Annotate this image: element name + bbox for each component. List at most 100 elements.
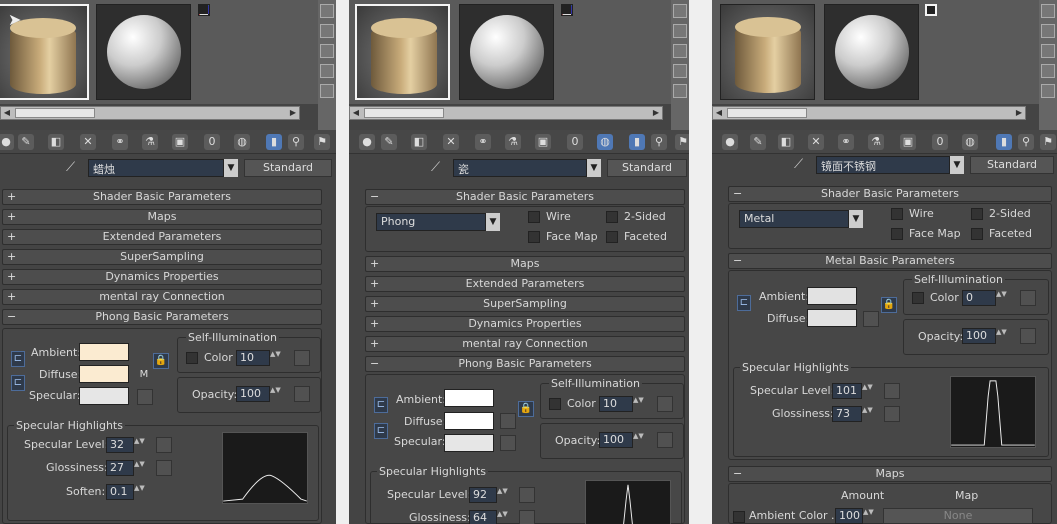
rollout-mental-ray[interactable]: + mental ray Connection [2,289,322,305]
diffuse-map-button[interactable] [863,311,879,327]
lock-icon[interactable]: 🔒 [153,353,169,369]
sample-slot-sphere[interactable] [96,4,191,100]
show-end-result-icon[interactable]: ◍ [597,134,613,150]
color-checkbox[interactable] [186,352,198,364]
assign-to-selection-icon[interactable]: ◧ [778,134,794,150]
opacity-spinner[interactable]: 100 [599,432,633,448]
spinner-arrows-icon[interactable]: ▲▼ [497,510,508,524]
spec-level-spinner[interactable]: 32 [106,437,134,453]
color-checkbox[interactable] [912,292,924,304]
sample-scrollbar[interactable]: ◀ ▶ [349,106,663,120]
show-map-icon[interactable]: 0 [932,134,948,150]
rollout-dynamics[interactable]: + Dynamics Properties [365,316,685,332]
sample-type-icon[interactable] [673,4,687,18]
glossiness-map-button[interactable] [519,510,535,524]
material-effects-icon[interactable]: ▣ [172,134,188,150]
sample-type-icon[interactable] [320,4,334,18]
go-forward-sibling-icon[interactable]: ⚲ [651,134,667,150]
self-illum-spinner[interactable]: 10 [236,350,270,366]
spec-level-map-button[interactable] [884,383,900,399]
eyedropper-icon[interactable]: ⟋ [431,160,447,176]
rollout-metal-basic[interactable]: − Metal Basic Parameters [728,253,1052,269]
self-illum-spinner[interactable]: 10 [599,396,633,412]
put-to-library-icon[interactable]: ⚗ [868,134,884,150]
rollout-maps[interactable]: + Maps [2,209,322,225]
scroll-thumb[interactable] [364,108,444,118]
chevron-down-icon[interactable]: ▼ [950,156,964,174]
pick-material-icon[interactable]: ⚑ [1040,134,1056,150]
lock-icon[interactable]: 🔒 [518,401,534,417]
show-end-result-icon[interactable]: ◍ [234,134,250,150]
specular-map-button[interactable] [500,435,516,451]
rollout-maps[interactable]: + Maps [365,256,685,272]
uv-tiling-icon[interactable] [673,64,687,78]
put-to-library-icon[interactable]: ⚗ [505,134,521,150]
specular-color-swatch[interactable] [444,434,494,452]
scroll-right-icon[interactable]: ▶ [1013,107,1025,119]
face-map-checkbox[interactable] [891,228,903,240]
glossiness-map-button[interactable] [884,406,900,422]
video-check-icon[interactable] [673,84,687,98]
background-icon[interactable] [1041,44,1055,58]
sample-type-icon[interactable] [1041,4,1055,18]
wire-checkbox[interactable] [891,208,903,220]
reset-map-icon[interactable]: ✕ [808,134,824,150]
get-material-icon[interactable]: ● [359,134,375,150]
scroll-left-icon[interactable]: ◀ [1,107,13,119]
rollout-extended[interactable]: + Extended Parameters [365,276,685,292]
get-material-icon[interactable]: ● [722,134,738,150]
show-map-icon[interactable]: 0 [204,134,220,150]
sample-slot-checker[interactable] [925,4,937,16]
glossiness-spinner[interactable]: 27 [106,460,134,476]
video-check-icon[interactable] [1041,84,1055,98]
spinner-arrows-icon[interactable]: ▲▼ [134,484,145,500]
spinner-arrows-icon[interactable]: ▲▼ [863,508,874,524]
spinner-arrows-icon[interactable]: ▲▼ [996,328,1007,344]
lock-icon[interactable]: 🔒 [881,297,897,313]
lock-ambient-diffuse-icon[interactable]: ⊏ [11,351,25,367]
self-illum-map-button[interactable] [657,396,673,412]
diffuse-color-swatch[interactable] [807,309,857,327]
opacity-spinner[interactable]: 100 [962,328,996,344]
ambient-color-swatch[interactable] [444,389,494,407]
color-checkbox[interactable] [549,398,561,410]
rollout-shader-basic[interactable]: − Shader Basic Parameters [728,186,1052,202]
rollout-shader-basic[interactable]: − Shader Basic Parameters [365,189,685,205]
face-map-checkbox[interactable] [528,231,540,243]
eyedropper-icon[interactable]: ⟋ [794,157,810,173]
spec-level-spinner[interactable]: 92 [469,487,497,503]
material-name-field[interactable]: 镜面不锈钢 [816,156,950,174]
spinner-arrows-icon[interactable]: ▲▼ [134,437,145,453]
pick-material-icon[interactable]: ⚑ [675,134,689,150]
lock-diffuse-specular-icon[interactable]: ⊏ [374,423,388,439]
ambient-map-button[interactable]: None [883,508,1033,524]
backlight-icon[interactable] [320,24,334,38]
chevron-down-icon[interactable]: ▼ [486,213,500,231]
spinner-arrows-icon[interactable]: ▲▼ [633,396,644,412]
scroll-thumb[interactable] [727,108,807,118]
ambient-amount-spinner[interactable]: 100 [835,508,863,524]
rollout-shader-basic[interactable]: + Shader Basic Parameters [2,189,322,205]
spinner-arrows-icon[interactable]: ▲▼ [996,290,1007,306]
chevron-down-icon[interactable]: ▼ [224,159,238,177]
soften-spinner[interactable]: 0.1 [106,484,134,500]
rollout-supersampling[interactable]: + SuperSampling [2,249,322,265]
background-icon[interactable] [320,44,334,58]
uv-tiling-icon[interactable] [320,64,334,78]
assign-to-selection-icon[interactable]: ◧ [411,134,427,150]
background-icon[interactable] [673,44,687,58]
chevron-down-icon[interactable]: ▼ [849,210,863,228]
wire-checkbox[interactable] [528,211,540,223]
diffuse-map-button[interactable] [500,413,516,429]
pick-material-icon[interactable]: ⚑ [314,134,330,150]
spinner-arrows-icon[interactable]: ▲▼ [270,350,281,366]
spec-level-map-button[interactable] [156,437,172,453]
shader-type-select[interactable]: Metal [739,210,849,228]
sample-slot-sphere[interactable] [824,4,919,100]
spinner-arrows-icon[interactable]: ▲▼ [270,386,281,402]
put-to-scene-icon[interactable]: ✎ [18,134,34,150]
sample-slot-cylinder[interactable] [355,4,450,100]
self-illum-spinner[interactable]: 0 [962,290,996,306]
sample-slot-checker[interactable] [561,4,573,16]
faceted-checkbox[interactable] [606,231,618,243]
